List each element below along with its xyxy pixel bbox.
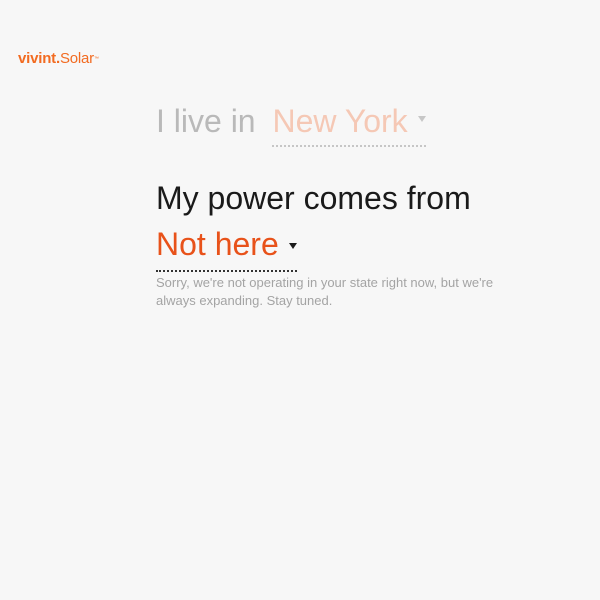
vivint-solar-logo[interactable]: vivint.Solar™: [18, 50, 99, 68]
power-prefix: My power comes from: [156, 180, 471, 216]
availability-message: Sorry, we're not operating in your state…: [156, 275, 494, 308]
power-question: My power comes from Not here: [156, 176, 471, 272]
logo-brand-text: vivint: [18, 50, 56, 67]
vivint-solar-eligibility-page: vivint.Solar™ I live in New York My powe…: [0, 0, 600, 600]
power-source-chevron-down-icon: [288, 243, 297, 249]
state-dropdown[interactable]: New York: [272, 101, 426, 147]
selected-power-source: Not here: [156, 226, 279, 262]
state-chevron-down-icon: [417, 116, 426, 122]
location-question: I live in New York: [156, 101, 426, 147]
selected-state: New York: [272, 103, 408, 139]
location-prefix: I live in: [156, 103, 256, 139]
power-source-dropdown[interactable]: Not here: [156, 222, 297, 272]
logo-product-text: Solar: [59, 50, 94, 67]
logo-trademark-symbol: ™: [93, 56, 99, 62]
